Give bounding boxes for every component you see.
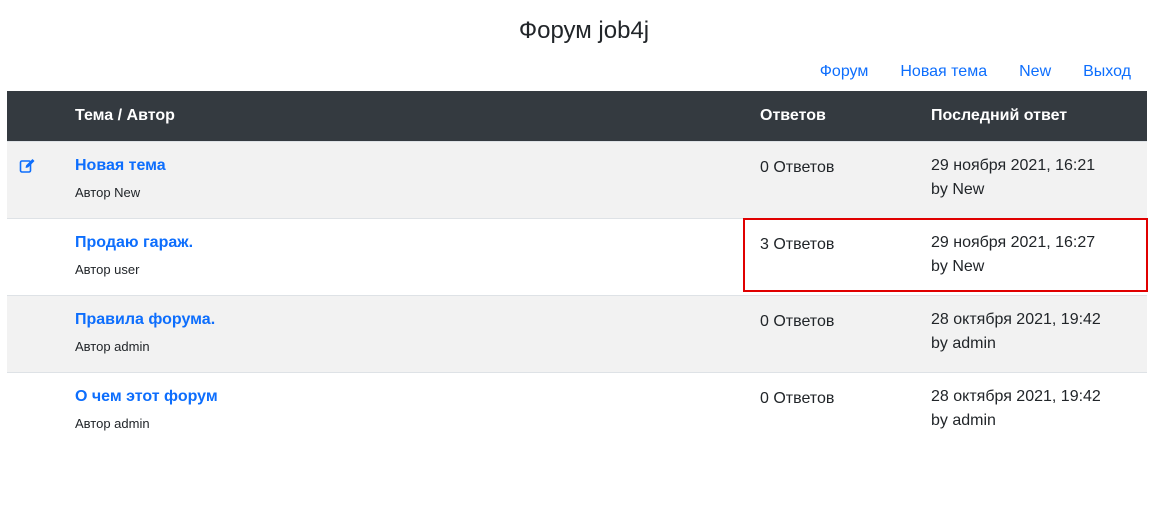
row-icon-cell	[7, 141, 75, 219]
last-reply-date: 28 октября 2021, 19:42	[931, 311, 1101, 328]
table-row: Продаю гараж. Автор user 3 Ответов 29 но…	[7, 218, 1147, 296]
header-icon-cell	[7, 91, 75, 142]
table-row: Правила форума. Автор admin 0 Ответов 28…	[7, 295, 1147, 373]
row-last-reply-cell: 29 ноября 2021, 16:27 by New	[931, 218, 1147, 296]
row-icon-cell	[7, 295, 75, 373]
replies-count: 3 Ответов	[760, 236, 835, 253]
last-reply-date: 28 октября 2021, 19:42	[931, 388, 1101, 405]
last-reply-author: by New	[931, 258, 985, 275]
replies-count: 0 Ответов	[760, 390, 835, 407]
topic-author: Автор admin	[75, 416, 150, 431]
last-reply-author: by admin	[931, 412, 996, 429]
row-replies-cell: 0 Ответов	[760, 295, 931, 373]
last-reply-date: 29 ноября 2021, 16:27	[931, 234, 1096, 251]
row-replies-cell: 3 Ответов	[760, 218, 931, 296]
last-reply-author: by New	[931, 181, 985, 198]
table-row: О чем этот форум Автор admin 0 Ответов 2…	[7, 372, 1147, 449]
forum-page: Форум job4j Форум Новая тема New Выход Т…	[0, 0, 1168, 520]
nav-user-link[interactable]: New	[1019, 62, 1051, 82]
replies-count: 0 Ответов	[760, 313, 835, 330]
replies-count: 0 Ответов	[760, 159, 835, 176]
top-nav: Форум Новая тема New Выход	[820, 62, 1131, 82]
row-topic-cell: О чем этот форум Автор admin	[75, 372, 760, 449]
page-title: Форум job4j	[518, 17, 650, 44]
topic-title-link[interactable]: Продаю гараж.	[75, 233, 760, 253]
edit-icon[interactable]	[19, 158, 35, 174]
row-last-reply-cell: 28 октября 2021, 19:42 by admin	[931, 295, 1147, 373]
topic-title-link[interactable]: О чем этот форум	[75, 387, 760, 407]
nav-new-topic-link[interactable]: Новая тема	[900, 62, 987, 82]
topics-table: Тема / Автор Ответов Последний ответ Нов…	[7, 91, 1147, 449]
row-replies-cell: 0 Ответов	[760, 372, 931, 449]
row-last-reply-cell: 29 ноября 2021, 16:21 by New	[931, 141, 1147, 219]
row-last-reply-cell: 28 октября 2021, 19:42 by admin	[931, 372, 1147, 449]
header-replies: Ответов	[760, 91, 931, 142]
row-icon-cell	[7, 372, 75, 449]
row-replies-cell: 0 Ответов	[760, 141, 931, 219]
row-icon-cell	[7, 218, 75, 296]
topic-author: Автор admin	[75, 339, 150, 354]
topic-title-link[interactable]: Правила форума.	[75, 310, 760, 330]
row-topic-cell: Новая тема Автор New	[75, 141, 760, 219]
row-topic-cell: Продаю гараж. Автор user	[75, 218, 760, 296]
nav-forum-link[interactable]: Форум	[820, 62, 869, 82]
header-last-reply: Последний ответ	[931, 91, 1147, 142]
topic-author: Автор New	[75, 185, 141, 200]
last-reply-date: 29 ноября 2021, 16:21	[931, 157, 1096, 174]
topic-author: Автор user	[75, 262, 140, 277]
table-row: Новая тема Автор New 0 Ответов 29 ноября…	[7, 141, 1147, 219]
last-reply-author: by admin	[931, 335, 996, 352]
nav-logout-link[interactable]: Выход	[1083, 62, 1131, 82]
header-topic-author: Тема / Автор	[75, 91, 760, 142]
topic-title-link[interactable]: Новая тема	[75, 156, 760, 176]
table-header-row: Тема / Автор Ответов Последний ответ	[7, 91, 1147, 142]
row-topic-cell: Правила форума. Автор admin	[75, 295, 760, 373]
